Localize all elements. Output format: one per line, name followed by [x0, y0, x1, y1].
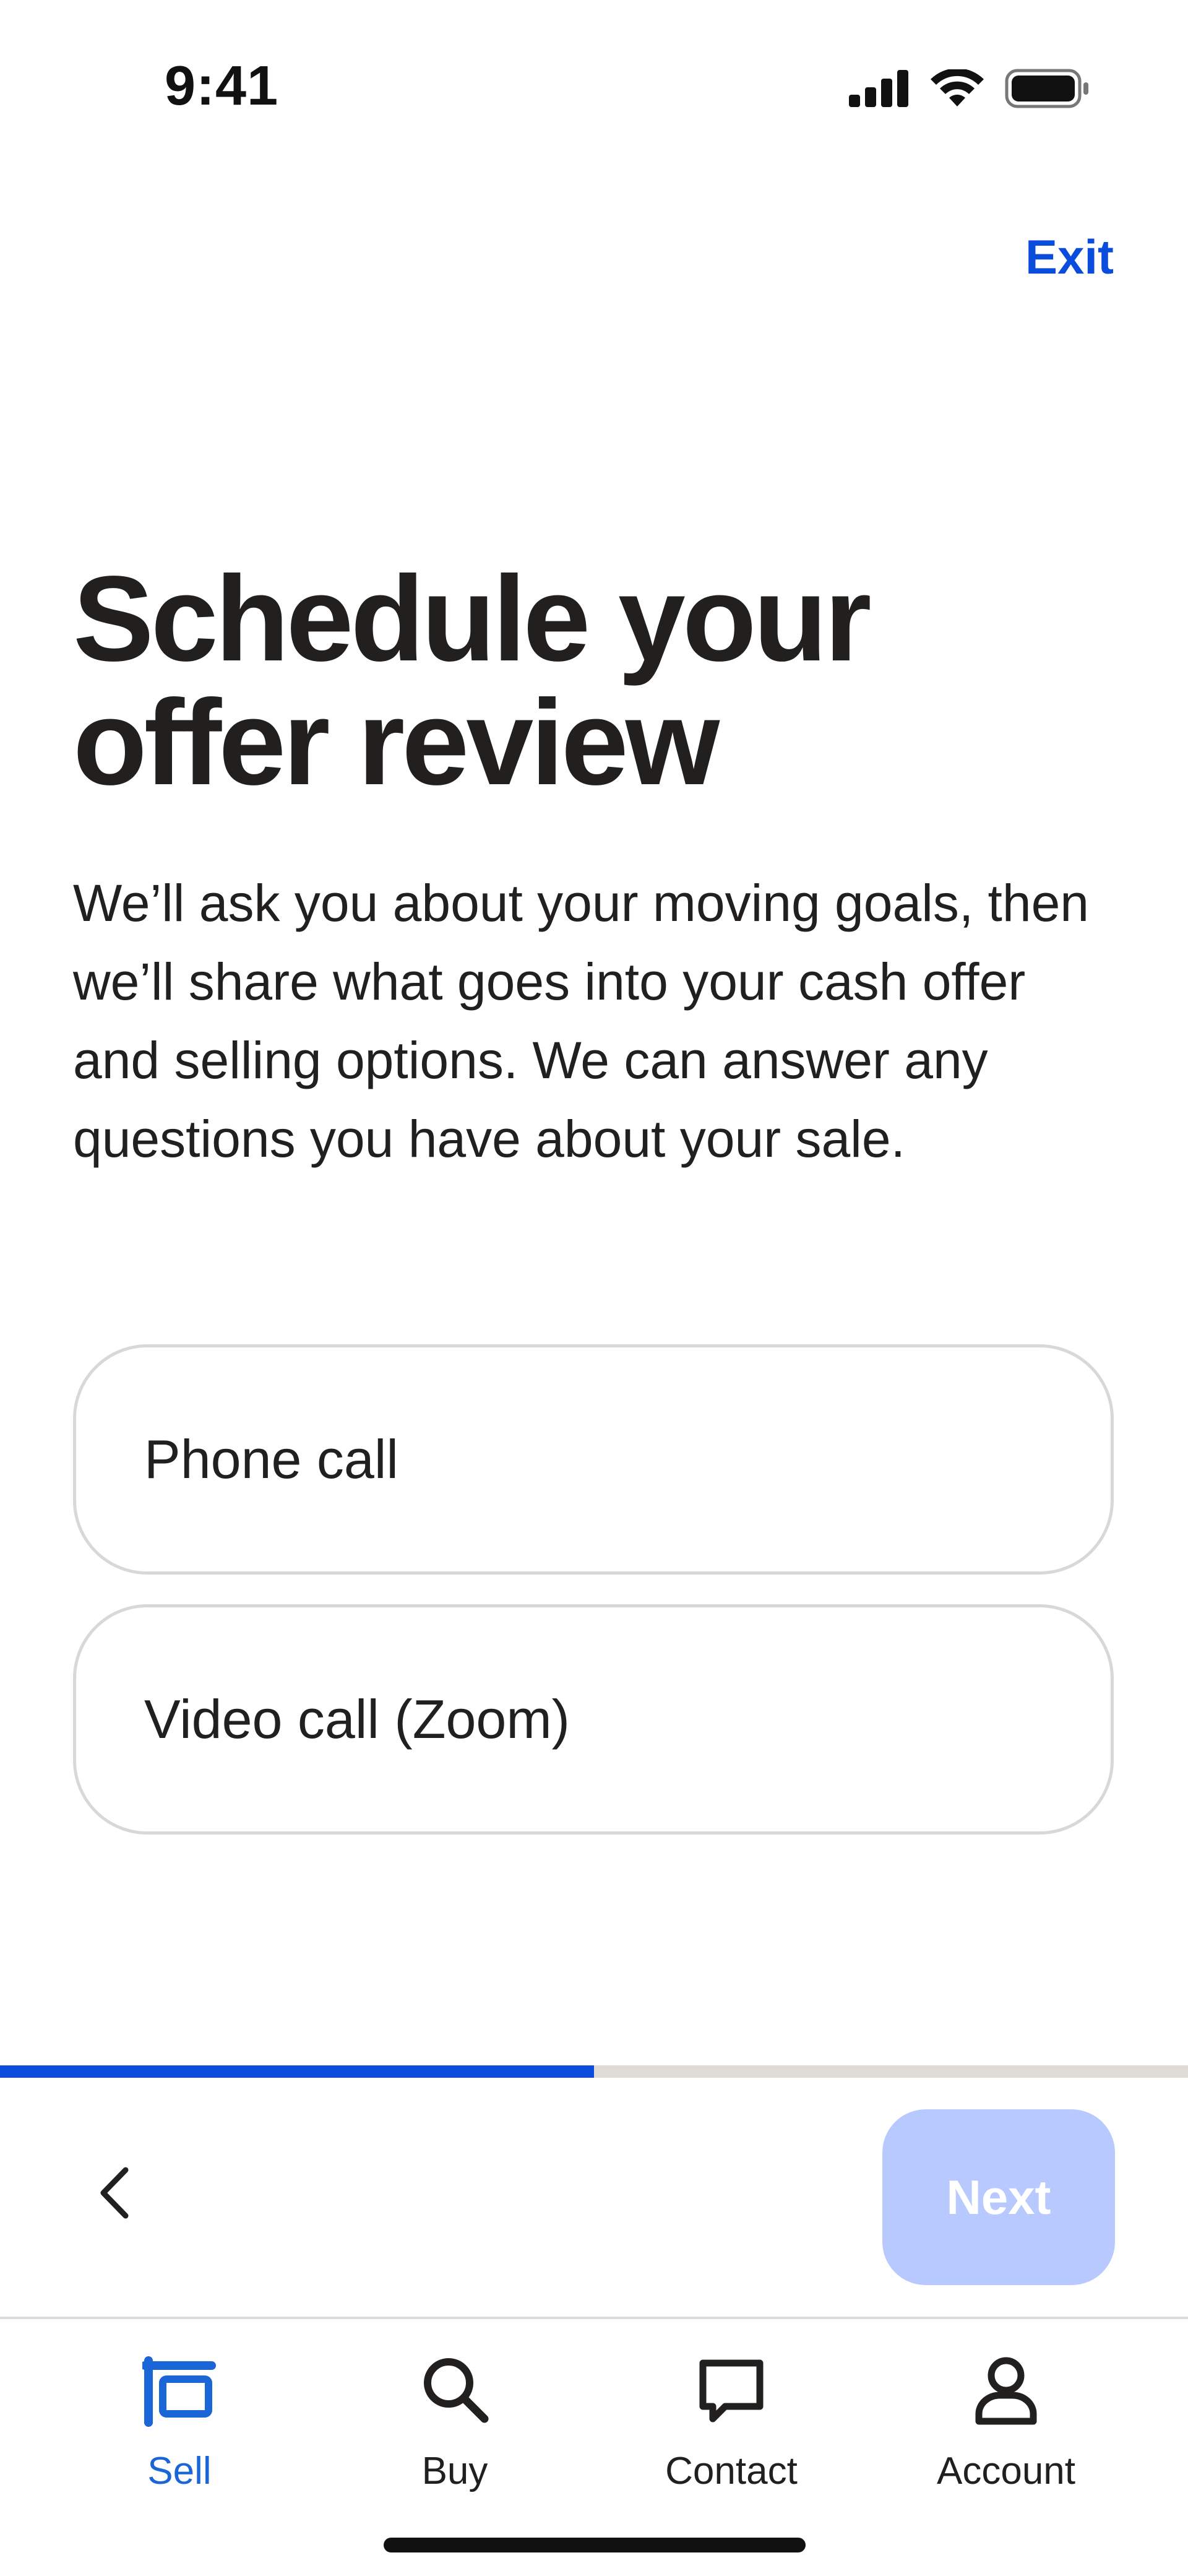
option-label: Video call (Zoom) — [144, 1688, 570, 1750]
battery-icon — [1005, 69, 1088, 108]
wifi-icon — [931, 69, 984, 106]
exit-link[interactable]: Exit — [1025, 229, 1114, 285]
home-indicator — [384, 2538, 806, 2552]
option-label: Phone call — [144, 1428, 398, 1490]
tab-buy[interactable]: Buy — [331, 2319, 579, 2505]
tab-sell[interactable]: Sell — [56, 2319, 303, 2505]
tab-label: Buy — [421, 2450, 488, 2492]
tab-account[interactable]: Account — [882, 2319, 1130, 2505]
tab-label: Account — [936, 2450, 1076, 2492]
next-button[interactable]: Next — [882, 2109, 1115, 2285]
search-icon — [424, 2358, 489, 2423]
tab-label: Sell — [147, 2450, 212, 2492]
tab-bar: Sell Buy Contact Account — [0, 2319, 1188, 2523]
sell-sign-icon — [142, 2356, 216, 2427]
person-icon — [975, 2357, 1037, 2425]
progress-bar — [0, 2065, 1188, 2078]
tab-label: Contact — [665, 2450, 798, 2492]
cellular-signal-icon — [849, 70, 908, 107]
page-title: Schedule your offer review — [73, 551, 872, 810]
status-icons — [849, 67, 1089, 110]
phone-call-option[interactable]: Phone call — [73, 1344, 1114, 1575]
page-description: We’ll ask you about your moving goals, t… — [73, 874, 1090, 1168]
status-bar: 9:41 — [0, 0, 1188, 176]
tab-contact[interactable]: Contact — [608, 2319, 855, 2505]
screen: 9:41 Exit Schedule your offer review We’… — [0, 0, 1188, 2576]
chat-bubble-icon — [699, 2359, 764, 2423]
video-call-option[interactable]: Video call (Zoom) — [73, 1604, 1114, 1835]
back-button[interactable] — [80, 2159, 148, 2227]
progress-fill — [0, 2065, 594, 2078]
status-time: 9:41 — [165, 55, 279, 117]
chevron-left-icon — [100, 2167, 129, 2219]
